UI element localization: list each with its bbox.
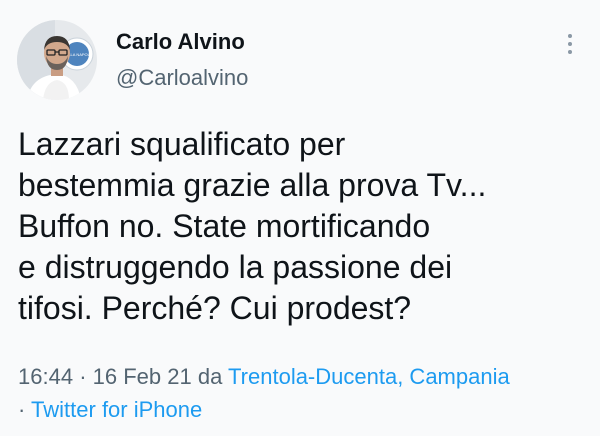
author-handle[interactable]: @Carloalvino — [116, 64, 248, 92]
tweet-text-line: bestemmia grazie alla prova Tv... — [18, 167, 487, 203]
meta-separator: · — [18, 397, 26, 422]
tweet-time[interactable]: 16:44 — [18, 364, 73, 389]
tweet-card: BELLA NAPOLI Carlo Alvino @Carloalvino L… — [0, 0, 600, 436]
meta-separator: · — [79, 364, 87, 389]
tweet-metadata-line-2: · Twitter for iPhone — [18, 393, 588, 426]
tweet-text-line: Buffon no. State mortificando — [18, 208, 431, 244]
more-vertical-icon-dot-3 — [568, 50, 572, 54]
avatar[interactable]: BELLA NAPOLI — [17, 20, 97, 100]
tweet-location-link[interactable]: Trentola-Ducenta, Campania — [228, 364, 510, 389]
avatar-photo: BELLA NAPOLI — [17, 20, 97, 100]
more-vertical-icon-dot-2 — [568, 42, 572, 46]
author-display-name[interactable]: Carlo Alvino — [116, 28, 245, 56]
tweet-text-line: e distruggendo la passione dei — [18, 249, 453, 285]
tweet-client-link[interactable]: Twitter for iPhone — [31, 397, 202, 422]
tweet-text: Lazzari squalificato per bestemmia grazi… — [18, 124, 588, 329]
from-word: da — [197, 364, 223, 389]
more-vertical-icon — [568, 34, 572, 38]
tweet-date[interactable]: 16 Feb 21 — [93, 364, 192, 389]
more-options-button[interactable] — [556, 30, 584, 58]
tweet-metadata-line-1: 16:44 · 16 Feb 21 da Trentola-Ducenta, C… — [18, 360, 588, 393]
tweet-metadata: 16:44 · 16 Feb 21 da Trentola-Ducenta, C… — [18, 360, 588, 426]
tweet-text-line: tifosi. Perché? Cui prodest? — [18, 290, 412, 326]
tweet-text-line: Lazzari squalificato per — [18, 126, 346, 162]
